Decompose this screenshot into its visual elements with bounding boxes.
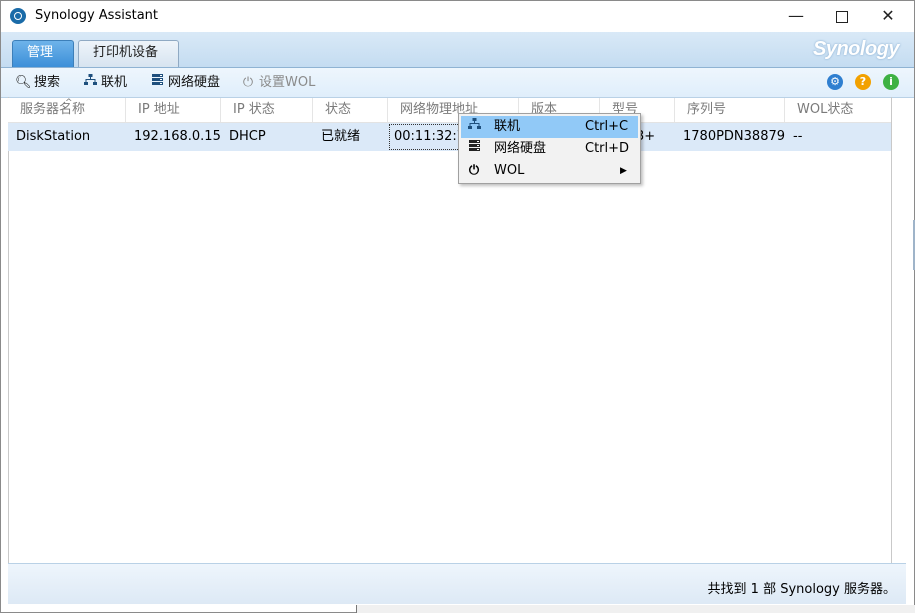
window-title: Synology Assistant xyxy=(35,8,159,23)
network-drive-button[interactable]: 网络硬盘 xyxy=(149,73,220,93)
close-button[interactable]: ✕ xyxy=(865,1,911,32)
help-icon[interactable]: ? xyxy=(855,74,871,90)
search-button[interactable]: 🔍︎ 搜索 xyxy=(15,73,60,93)
menu-item-connect[interactable]: 联机 Ctrl+C xyxy=(461,116,638,138)
toolbar: 🔍︎ 搜索 联机 网络硬盘 ⏻ 设置WOL ⚙ ? i xyxy=(1,68,914,98)
column-header-wol[interactable]: WOL状态 xyxy=(785,98,891,122)
tab-strip: 管理 打印机设备 Synology xyxy=(1,32,914,68)
search-icon: 🔍︎ xyxy=(15,75,32,90)
synology-assistant-icon xyxy=(10,8,26,24)
settings-gear-icon[interactable]: ⚙ xyxy=(827,74,843,90)
power-icon: ⏻ xyxy=(242,75,254,90)
column-header-ip[interactable]: IP 地址 xyxy=(126,98,221,122)
close-icon: ✕ xyxy=(881,6,895,25)
cell-wol: -- xyxy=(793,129,803,144)
title-bar: Synology Assistant — ✕ xyxy=(1,1,914,32)
cell-status: 已就绪 xyxy=(321,129,361,144)
power-icon: ⏻ xyxy=(468,163,480,178)
column-header-status[interactable]: 状态 xyxy=(313,98,388,122)
info-icon[interactable]: i xyxy=(883,74,899,90)
connect-button[interactable]: 联机 xyxy=(82,73,127,93)
menu-item-label: 网络硬盘 xyxy=(494,141,547,156)
column-header-serial[interactable]: 序列号 xyxy=(675,98,785,122)
tab-printer-devices[interactable]: 打印机设备 xyxy=(78,40,179,67)
menu-item-wol[interactable]: ⏻ WOL ▶ xyxy=(461,160,638,182)
menu-item-shortcut: Ctrl+D xyxy=(585,141,630,156)
status-bar: 共找到 1 部 Synology 服务器。 xyxy=(8,563,906,604)
maximize-icon xyxy=(836,10,848,23)
cell-ip-status: DHCP xyxy=(229,129,266,144)
app-window: Synology Assistant — ✕ 管理 打印机设备 Synology… xyxy=(0,0,915,613)
tab-manage[interactable]: 管理 xyxy=(12,40,74,67)
minimize-button[interactable]: — xyxy=(773,1,819,32)
submenu-arrow-icon: ▶ xyxy=(620,166,627,176)
cell-serial: 1780PDN388793 xyxy=(683,129,785,144)
synology-logo: Synology xyxy=(812,38,900,60)
connect-label: 联机 xyxy=(101,75,128,90)
menu-item-network-drive[interactable]: 网络硬盘 Ctrl+D xyxy=(461,138,638,160)
table-header: 服务器名称 ^ IP 地址 IP 状态 状态 网络物理地址 版本 型号 序列号 W… xyxy=(8,98,891,123)
column-header-server-name[interactable]: 服务器名称 ^ xyxy=(8,98,126,122)
set-wol-label: 设置WOL xyxy=(259,75,316,90)
network-drive-label: 网络硬盘 xyxy=(168,75,221,90)
menu-item-label: 联机 xyxy=(494,119,521,134)
cell-server-name: DiskStation xyxy=(16,129,91,144)
context-menu: 联机 Ctrl+C 网络硬盘 Ctrl+D ⏻ WOL ▶ xyxy=(458,113,641,184)
sort-asc-icon: ^ xyxy=(65,98,73,108)
background-window-edge xyxy=(356,605,915,613)
server-icon xyxy=(149,73,165,93)
server-list-area xyxy=(8,97,892,563)
table-row[interactable]: DiskStation 192.168.0.153 DHCP 已就绪 00:11… xyxy=(8,123,891,151)
set-wol-button[interactable]: ⏻ 设置WOL xyxy=(240,73,316,93)
network-icon xyxy=(82,73,98,93)
search-label: 搜索 xyxy=(34,75,61,90)
network-icon xyxy=(466,116,482,138)
server-icon xyxy=(466,138,482,160)
minimize-icon: — xyxy=(788,6,804,25)
cell-ip: 192.168.0.153 xyxy=(134,129,221,144)
maximize-button[interactable] xyxy=(819,1,865,32)
status-text: 共找到 1 部 Synology 服务器。 xyxy=(707,582,896,597)
column-header-ip-status[interactable]: IP 状态 xyxy=(221,98,313,122)
menu-item-shortcut: Ctrl+C xyxy=(585,119,629,134)
menu-item-label: WOL xyxy=(494,163,525,178)
